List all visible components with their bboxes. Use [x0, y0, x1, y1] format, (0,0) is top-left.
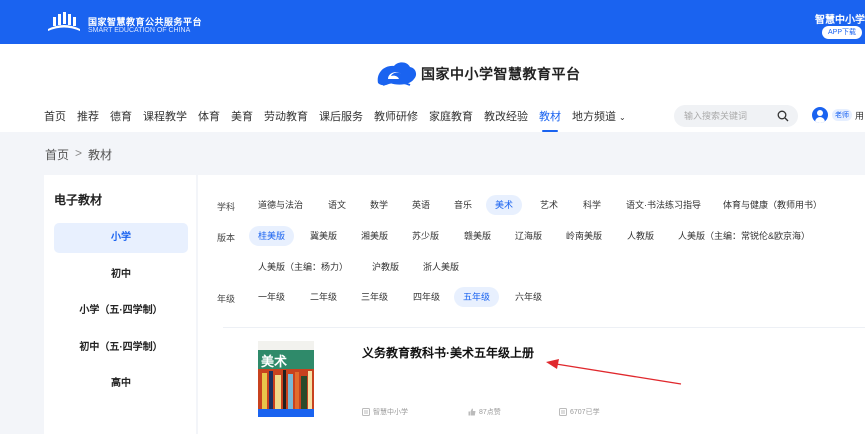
subject-chip[interactable]: 数学: [361, 195, 397, 215]
subject-chip[interactable]: 语文·书法练习指导: [617, 195, 710, 215]
book-cover-title: 美术: [261, 355, 288, 370]
nav-item-recommend[interactable]: 推荐: [77, 108, 99, 132]
publisher-icon: [362, 408, 370, 416]
subject-chip[interactable]: 科学: [574, 195, 610, 215]
breadcrumb: 首页 > 教材: [45, 146, 112, 163]
subject-chip[interactable]: 道德与法治: [249, 195, 312, 215]
app-name[interactable]: 智慧中小学: [815, 11, 865, 26]
brand[interactable]: 国家中小学智慧教育平台: [374, 59, 581, 89]
grade-chip[interactable]: 四年级: [404, 287, 449, 307]
search-input[interactable]: [684, 109, 774, 123]
likes-count: 87点赞: [479, 409, 501, 416]
nav-item-labor[interactable]: 劳动教育: [264, 108, 308, 132]
subject-chip-active[interactable]: 美术: [486, 195, 523, 215]
book-publisher: 智慧中小学: [362, 407, 408, 417]
org-name-en: SMART EDUCATION OF CHINA: [88, 27, 191, 34]
edition-chip[interactable]: 冀美版: [301, 226, 346, 246]
subject-chip[interactable]: 语文: [319, 195, 355, 215]
book-title[interactable]: 义务教育教科书·美术五年级上册: [362, 344, 534, 361]
grade-chip[interactable]: 一年级: [249, 287, 294, 307]
role-badge: 老师: [832, 109, 852, 121]
user-menu[interactable]: 老师 用: [812, 107, 864, 123]
breadcrumb-home[interactable]: 首页: [45, 146, 69, 163]
edition-chip[interactable]: 人教版: [618, 226, 663, 246]
search-box: [674, 105, 798, 127]
grade-label: 年级: [217, 294, 236, 304]
grade-chip-active[interactable]: 五年级: [454, 287, 500, 307]
edition-label: 版本: [217, 233, 236, 243]
nav-item-aesthetics[interactable]: 美育: [231, 108, 253, 132]
grade-chip[interactable]: 六年级: [506, 287, 551, 307]
edition-chip[interactable]: 岭南美版: [557, 226, 611, 246]
avatar[interactable]: [812, 107, 828, 123]
user-name: 用: [855, 110, 865, 121]
breadcrumb-separator: >: [75, 146, 83, 160]
edition-chip[interactable]: 人美版（主编：杨力）: [249, 257, 357, 277]
sidebar-item-primary-54[interactable]: 小学（五·四学制）: [54, 296, 188, 326]
subject-chip[interactable]: 音乐: [445, 195, 481, 215]
nav-item-reform[interactable]: 教改经验: [484, 108, 528, 132]
nav-item-sports[interactable]: 体育: [198, 108, 220, 132]
grade-chip[interactable]: 三年级: [352, 287, 397, 307]
breadcrumb-current: 教材: [88, 148, 113, 162]
edition-chip[interactable]: 浙人美版: [414, 257, 468, 277]
sidebar-item-senior[interactable]: 高中: [54, 369, 188, 399]
sidebar: 电子教材 小学 初中 小学（五·四学制） 初中（五·四学制） 高中: [44, 175, 196, 434]
main-nav: 首页 推荐 德育 课程教学 体育 美育 劳动教育 课后服务 教师研修 家庭教育 …: [44, 108, 637, 132]
book-views: 6707已学: [559, 407, 600, 417]
textbook-content: 学科 道德与法治 语文 数学 英语 音乐 美术 艺术 科学 语文·书法练习指导 …: [198, 175, 865, 434]
nav-item-local-channel[interactable]: 地方频道 ⌄: [572, 108, 626, 132]
edition-chip[interactable]: 苏少版: [403, 226, 448, 246]
subject-label: 学科: [217, 202, 236, 212]
platform-logo-icon: [48, 12, 80, 31]
subject-chip[interactable]: 艺术: [531, 195, 567, 215]
nav-item-teacher-training[interactable]: 教师研修: [374, 108, 418, 132]
edition-chip[interactable]: 沪教版: [363, 257, 408, 277]
subject-chip[interactable]: 体育与健康（教师用书）: [714, 195, 831, 215]
app-download-button[interactable]: APP下载: [822, 26, 862, 39]
nav-item-after-school[interactable]: 课后服务: [319, 108, 363, 132]
book-cover[interactable]: 美术: [258, 341, 314, 417]
nav-item-home[interactable]: 首页: [44, 108, 66, 132]
top-bar: 国家智慧教育公共服务平台 SMART EDUCATION OF CHINA 智慧…: [0, 0, 865, 44]
nav-item-family[interactable]: 家庭教育: [429, 108, 473, 132]
edition-chip-active[interactable]: 桂美版: [249, 226, 295, 246]
study-count-icon: [559, 408, 567, 416]
sidebar-title: 电子教材: [54, 193, 103, 207]
sidebar-item-primary[interactable]: 小学: [54, 223, 188, 253]
chevron-down-icon: ⌄: [619, 113, 626, 122]
edition-chip[interactable]: 辽海版: [506, 226, 551, 246]
nav-item-course-teaching[interactable]: 课程教学: [143, 108, 187, 132]
book-likes: 87点赞: [468, 407, 501, 417]
publisher-label: 智慧中小学: [373, 409, 408, 416]
edition-chip[interactable]: 赣美版: [455, 226, 500, 246]
brand-name: 国家中小学智慧教育平台: [421, 66, 581, 82]
edition-chip[interactable]: 湘美版: [352, 226, 397, 246]
thumbs-up-icon: [468, 408, 476, 416]
brand-logo-icon: [377, 62, 417, 86]
sidebar-item-junior[interactable]: 初中: [54, 260, 188, 290]
nav-item-local-channel-label: 地方频道: [572, 111, 616, 123]
edition-chip[interactable]: 人美版（主编：常锐伦&欧京海）: [669, 226, 819, 246]
nav-item-textbooks[interactable]: 教材: [539, 108, 561, 132]
header: 国家中小学智慧教育平台 首页 推荐 德育 课程教学 体育 美育 劳动教育 课后服…: [0, 44, 865, 132]
search-icon[interactable]: [777, 110, 789, 122]
sidebar-item-junior-54[interactable]: 初中（五·四学制）: [54, 333, 188, 363]
nav-item-moral[interactable]: 德育: [110, 108, 132, 132]
subject-chip[interactable]: 英语: [403, 195, 439, 215]
views-count: 6707已学: [570, 409, 600, 416]
grade-chip[interactable]: 二年级: [301, 287, 346, 307]
divider: [223, 327, 865, 328]
